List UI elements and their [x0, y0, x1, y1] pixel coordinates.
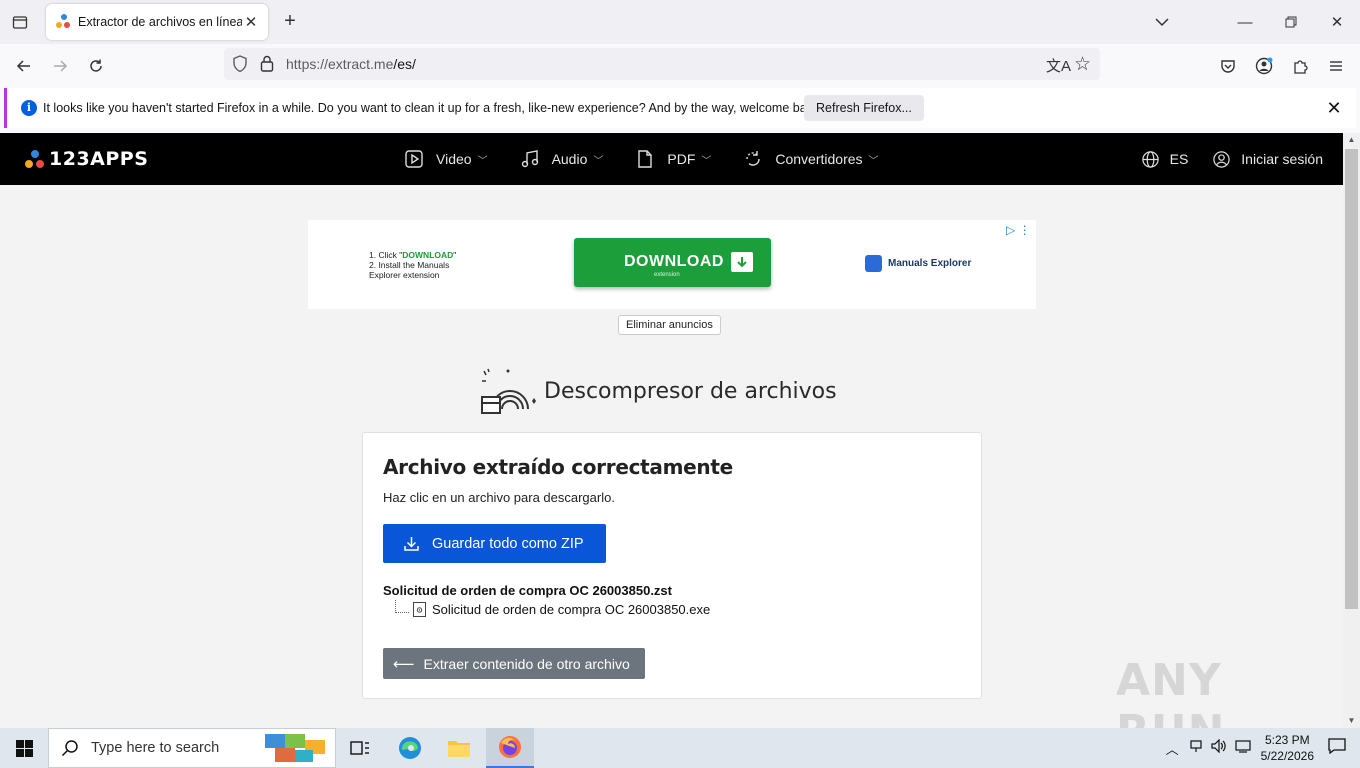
url-bar[interactable]: https://extract.me/es/ 文A ☆ — [224, 48, 1100, 80]
notification-text: It looks like you haven't started Firefo… — [43, 101, 823, 115]
nav-converters[interactable]: Convertidores ﹀ — [743, 149, 879, 169]
nav-video[interactable]: Video ﹀ — [404, 149, 488, 169]
new-tab-icon[interactable]: + — [280, 11, 300, 32]
tab-close-icon[interactable]: ✕ — [242, 13, 260, 31]
browser-nav-bar: https://extract.me/es/ 文A ☆ — [0, 44, 1360, 86]
tool-title: Descompresor de archivos — [478, 365, 837, 417]
folder-download-icon — [731, 252, 753, 272]
site-header: 123APPS Video ﹀ Audio ﹀ PDF ﹀ Convertidores… — [0, 133, 1343, 185]
music-note-icon — [521, 150, 538, 168]
menu-hamburger-icon[interactable] — [1322, 52, 1350, 80]
video-icon — [405, 150, 423, 168]
logo-text: 123APPS — [49, 148, 149, 170]
login-link[interactable]: Iniciar sesión — [1212, 150, 1323, 169]
document-icon — [638, 150, 653, 168]
account-icon[interactable] — [1250, 52, 1278, 80]
back-arrow-icon[interactable] — [10, 52, 38, 80]
lock-icon[interactable] — [260, 55, 274, 77]
result-subtitle: Haz clic en un archivo para descargarlo. — [383, 490, 615, 505]
tab-title: Extractor de archivos en línea — [78, 15, 242, 29]
taskbar-search-box[interactable]: Type here to search — [48, 728, 336, 768]
site-logo[interactable]: 123APPS — [24, 148, 148, 170]
extracted-file-link[interactable]: Solicitud de orden de compra OC 26003850… — [413, 602, 710, 617]
nav-pdf[interactable]: PDF ﹀ — [635, 149, 711, 169]
language-selector[interactable]: ES — [1141, 150, 1188, 169]
reload-icon[interactable] — [82, 52, 110, 80]
scroll-down-arrow-icon[interactable]: ▼ — [1343, 714, 1360, 728]
main-nav: Video ﹀ Audio ﹀ PDF ﹀ Convertidores ﹀ — [404, 133, 911, 185]
chevron-down-icon: ﹀ — [593, 155, 604, 167]
anyrun-watermark: ANY RUN — [1116, 655, 1224, 728]
translate-icon[interactable]: 文A — [1046, 55, 1071, 76]
chevron-down-icon: ﹀ — [868, 155, 879, 167]
refresh-firefox-button[interactable]: Refresh Firefox... — [804, 95, 924, 121]
123apps-favicon-icon — [56, 14, 72, 30]
tab-list-icon[interactable] — [8, 10, 32, 34]
forward-arrow-icon[interactable] — [46, 52, 74, 80]
restore-icon[interactable] — [1268, 0, 1314, 44]
shield-icon[interactable] — [232, 55, 248, 78]
browser-tab-strip: Extractor de archivos en línea ✕ + — ✕ — [0, 0, 1360, 44]
chevron-down-icon: ﹀ — [477, 155, 488, 167]
windows-start-icon[interactable] — [0, 728, 48, 768]
logo-dots-icon — [24, 149, 44, 169]
archive-name: Solicitud de orden de compra OC 26003850… — [383, 583, 672, 598]
bookmark-star-icon[interactable]: ☆ — [1074, 53, 1091, 76]
nav-audio[interactable]: Audio ﹀ — [520, 149, 604, 169]
network-icon[interactable] — [1189, 739, 1203, 758]
tray-overflow-chevron-icon[interactable]: ︿ — [1166, 739, 1179, 758]
convert-arrows-icon — [746, 151, 761, 166]
remove-ads-button[interactable]: Eliminar anuncios — [618, 315, 721, 335]
page-scrollbar[interactable]: ▲ ▼ — [1343, 133, 1360, 728]
firefox-taskbar-icon[interactable] — [486, 728, 534, 768]
firefox-notification-bar: i It looks like you haven't started Fire… — [4, 88, 1356, 128]
extensions-puzzle-icon[interactable] — [1286, 52, 1314, 80]
search-highlight-puzzle-icon — [265, 732, 327, 768]
pocket-icon[interactable] — [1214, 52, 1242, 80]
edge-browser-icon[interactable] — [386, 728, 434, 768]
file-explorer-icon[interactable] — [435, 728, 483, 768]
info-icon: i — [21, 100, 37, 116]
globe-icon — [1141, 150, 1159, 168]
scroll-thumb[interactable] — [1345, 149, 1358, 609]
manuals-explorer-logo-icon — [865, 255, 882, 272]
windows-taskbar: Type here to search ︿ 5:23 PM 5/22/2026 — [0, 728, 1360, 768]
minimize-icon[interactable]: — — [1222, 0, 1268, 44]
ad-brand: Manuals Explorer — [865, 255, 971, 272]
tree-connector — [395, 600, 409, 613]
executable-file-icon — [413, 602, 426, 617]
archive-rainbow-icon — [481, 368, 536, 414]
extract-other-file-button[interactable]: ⟵ Extraer contenido de otro archivo — [383, 648, 645, 679]
notification-close-icon[interactable]: ✕ — [1324, 98, 1344, 118]
user-icon — [1213, 150, 1231, 168]
ime-language-icon[interactable] — [1235, 739, 1251, 758]
ad-choices-icon[interactable]: ▷ ⋮ — [1006, 223, 1031, 237]
result-title: Archivo extraído correctamente — [383, 455, 733, 479]
tab-overflow-chevron-icon[interactable] — [1152, 12, 1172, 32]
url-text[interactable]: https://extract.me/es/ — [286, 56, 416, 72]
browser-tab-active[interactable]: Extractor de archivos en línea ✕ — [46, 4, 268, 40]
notification-center-icon[interactable] — [1328, 737, 1346, 759]
web-page: 123APPS Video ﹀ Audio ﹀ PDF ﹀ Convertidores… — [0, 133, 1343, 728]
task-view-icon[interactable] — [336, 728, 384, 768]
arrow-left-icon: ⟵ — [393, 655, 415, 673]
result-card: Archivo extraído correctamente Haz clic … — [362, 432, 982, 699]
ad-download-button[interactable]: DOWNLOAD extension — [574, 238, 771, 287]
chevron-down-icon: ﹀ — [701, 155, 712, 167]
ad-steps: 1. Click "DOWNLOAD" 2. Install the Manua… — [369, 250, 457, 280]
ad-banner[interactable]: 1. Click "DOWNLOAD" 2. Install the Manua… — [308, 220, 1036, 309]
save-all-zip-button[interactable]: Guardar todo como ZIP — [383, 524, 606, 563]
system-tray: ︿ 5:23 PM 5/22/2026 — [1166, 728, 1360, 768]
taskbar-clock[interactable]: 5:23 PM 5/22/2026 — [1261, 732, 1314, 764]
download-icon — [404, 537, 419, 551]
scroll-up-arrow-icon[interactable]: ▲ — [1343, 133, 1360, 147]
volume-icon[interactable] — [1211, 738, 1227, 758]
close-window-icon[interactable]: ✕ — [1314, 0, 1360, 44]
search-icon — [61, 740, 78, 757]
